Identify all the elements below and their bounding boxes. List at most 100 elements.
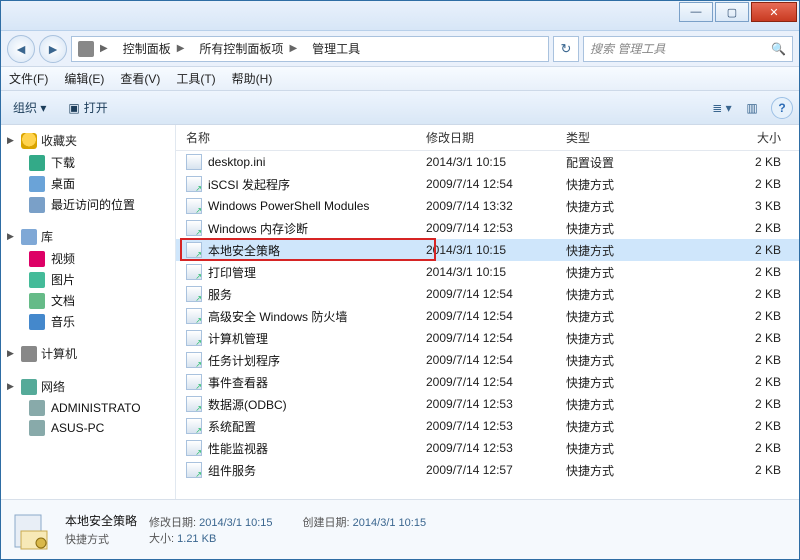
menu-view[interactable]: 查看(V) (112, 67, 168, 90)
file-size: 2 KB (676, 331, 799, 345)
file-type: 快捷方式 (566, 352, 676, 369)
nav-item-desktop[interactable]: 桌面 (1, 173, 175, 194)
file-name: iSCSI 发起程序 (208, 176, 290, 193)
file-size: 2 KB (676, 265, 799, 279)
nav-libraries[interactable]: ▶库 (1, 225, 175, 248)
menu-file[interactable]: 文件(F) (1, 67, 56, 90)
search-input[interactable]: 搜索 管理工具 🔍 (583, 36, 793, 62)
file-size: 2 KB (676, 375, 799, 389)
col-header-size[interactable]: 大小 (676, 129, 799, 146)
breadcrumb-segment[interactable]: 控制面板▶ (117, 37, 194, 61)
back-button[interactable]: ◄ (7, 35, 35, 63)
file-name: 系统配置 (208, 418, 256, 435)
close-button[interactable]: ✕ (751, 2, 797, 22)
file-row[interactable]: 系统配置2009/7/14 12:53快捷方式2 KB (176, 415, 799, 437)
shortcut-icon (186, 286, 202, 302)
nav-item-recent[interactable]: 最近访问的位置 (1, 194, 175, 215)
file-row[interactable]: 事件查看器2009/7/14 12:54快捷方式2 KB (176, 371, 799, 393)
nav-item-music[interactable]: 音乐 (1, 311, 175, 332)
file-row[interactable]: 高级安全 Windows 防火墙2009/7/14 12:54快捷方式2 KB (176, 305, 799, 327)
file-date: 2014/3/1 10:15 (426, 155, 566, 169)
help-button[interactable]: ? (771, 97, 793, 119)
col-header-name[interactable]: 名称 (176, 129, 426, 146)
file-row[interactable]: 组件服务2009/7/14 12:57快捷方式2 KB (176, 459, 799, 481)
nav-item-network-pc[interactable]: ASUS-PC (1, 418, 175, 438)
file-row[interactable]: 性能监视器2009/7/14 12:53快捷方式2 KB (176, 437, 799, 459)
nav-item-videos[interactable]: 视频 (1, 248, 175, 269)
file-type: 快捷方式 (566, 242, 676, 259)
desktop-icon (29, 176, 45, 192)
star-icon (21, 133, 37, 149)
download-icon (29, 155, 45, 171)
file-type: 快捷方式 (566, 264, 676, 281)
file-name: 性能监视器 (208, 440, 268, 457)
file-row[interactable]: 服务2009/7/14 12:54快捷方式2 KB (176, 283, 799, 305)
file-size: 2 KB (676, 287, 799, 301)
file-row[interactable]: iSCSI 发起程序2009/7/14 12:54快捷方式2 KB (176, 173, 799, 195)
nav-item-downloads[interactable]: 下载 (1, 152, 175, 173)
breadcrumb-segment[interactable]: 所有控制面板项▶ (193, 37, 306, 61)
file-icon (186, 154, 202, 170)
file-row[interactable]: 任务计划程序2009/7/14 12:54快捷方式2 KB (176, 349, 799, 371)
toolbar: 组织 ▾ ▣ 打开 ≣ ▾ ▥ ? (1, 91, 799, 125)
details-created-label: 创建日期: (303, 517, 350, 529)
main-area: ▶收藏夹 下载 桌面 最近访问的位置 ▶库 视频 图片 文档 音乐 ▶计算机 ▶… (1, 125, 799, 499)
shortcut-icon (186, 374, 202, 390)
view-mode-button[interactable]: ≣ ▾ (711, 97, 733, 119)
details-pane: 本地安全策略 快捷方式 修改日期: 2014/3/1 10:15 大小: 1.2… (1, 499, 799, 559)
file-row[interactable]: 数据源(ODBC)2009/7/14 12:53快捷方式2 KB (176, 393, 799, 415)
file-row[interactable]: 本地安全策略2014/3/1 10:15快捷方式2 KB (176, 239, 799, 261)
file-row[interactable]: Windows 内存诊断2009/7/14 12:53快捷方式2 KB (176, 217, 799, 239)
search-icon[interactable]: 🔍 (771, 42, 786, 56)
open-button[interactable]: ▣ 打开 (62, 96, 113, 119)
video-icon (29, 251, 45, 267)
nav-favorites[interactable]: ▶收藏夹 (1, 129, 175, 152)
details-name: 本地安全策略 (65, 514, 137, 528)
control-panel-icon (78, 41, 94, 57)
file-date: 2009/7/14 12:53 (426, 419, 566, 433)
nav-item-pictures[interactable]: 图片 (1, 269, 175, 290)
file-date: 2009/7/14 12:53 (426, 441, 566, 455)
file-type: 快捷方式 (566, 198, 676, 215)
maximize-button[interactable]: ▢ (715, 2, 749, 22)
file-date: 2014/3/1 10:15 (426, 243, 566, 257)
file-type: 快捷方式 (566, 440, 676, 457)
refresh-button[interactable]: ↻ (553, 36, 579, 62)
breadcrumb-segment[interactable]: 管理工具 (306, 37, 366, 61)
file-date: 2009/7/14 12:54 (426, 375, 566, 389)
nav-computer[interactable]: ▶计算机 (1, 342, 175, 365)
col-header-date[interactable]: 修改日期 (426, 129, 566, 146)
file-type: 快捷方式 (566, 308, 676, 325)
nav-network[interactable]: ▶网络 (1, 375, 175, 398)
organize-button[interactable]: 组织 ▾ (7, 96, 52, 119)
breadcrumb[interactable]: ▶ 控制面板▶ 所有控制面板项▶ 管理工具 (71, 36, 549, 62)
file-size: 2 KB (676, 397, 799, 411)
details-size-value: 1.21 KB (177, 533, 216, 545)
menu-edit[interactable]: 编辑(E) (56, 67, 112, 90)
file-date: 2009/7/14 12:54 (426, 309, 566, 323)
forward-button[interactable]: ► (39, 35, 67, 63)
file-type: 快捷方式 (566, 330, 676, 347)
nav-item-network-pc[interactable]: ADMINISTRATO (1, 398, 175, 418)
file-name: 事件查看器 (208, 374, 268, 391)
explorer-window: — ▢ ✕ ◄ ► ▶ 控制面板▶ 所有控制面板项▶ 管理工具 ↻ 搜索 管理工… (0, 0, 800, 560)
file-name: 服务 (208, 286, 232, 303)
file-name: Windows PowerShell Modules (208, 199, 369, 213)
menu-help[interactable]: 帮助(H) (224, 67, 281, 90)
file-type: 快捷方式 (566, 286, 676, 303)
file-row[interactable]: 打印管理2014/3/1 10:15快捷方式2 KB (176, 261, 799, 283)
file-row[interactable]: desktop.ini2014/3/1 10:15配置设置2 KB (176, 151, 799, 173)
server-icon (29, 400, 45, 416)
file-date: 2009/7/14 12:54 (426, 353, 566, 367)
shortcut-icon (186, 440, 202, 456)
file-row[interactable]: Windows PowerShell Modules2009/7/14 13:3… (176, 195, 799, 217)
file-row[interactable]: 计算机管理2009/7/14 12:54快捷方式2 KB (176, 327, 799, 349)
address-bar: ◄ ► ▶ 控制面板▶ 所有控制面板项▶ 管理工具 ↻ 搜索 管理工具 🔍 (1, 31, 799, 67)
preview-pane-button[interactable]: ▥ (741, 97, 763, 119)
col-header-type[interactable]: 类型 (566, 129, 676, 146)
file-list[interactable]: desktop.ini2014/3/1 10:15配置设置2 KBiSCSI 发… (176, 151, 799, 499)
file-date: 2009/7/14 12:54 (426, 331, 566, 345)
minimize-button[interactable]: — (679, 2, 713, 22)
menu-tools[interactable]: 工具(T) (168, 67, 223, 90)
nav-item-documents[interactable]: 文档 (1, 290, 175, 311)
